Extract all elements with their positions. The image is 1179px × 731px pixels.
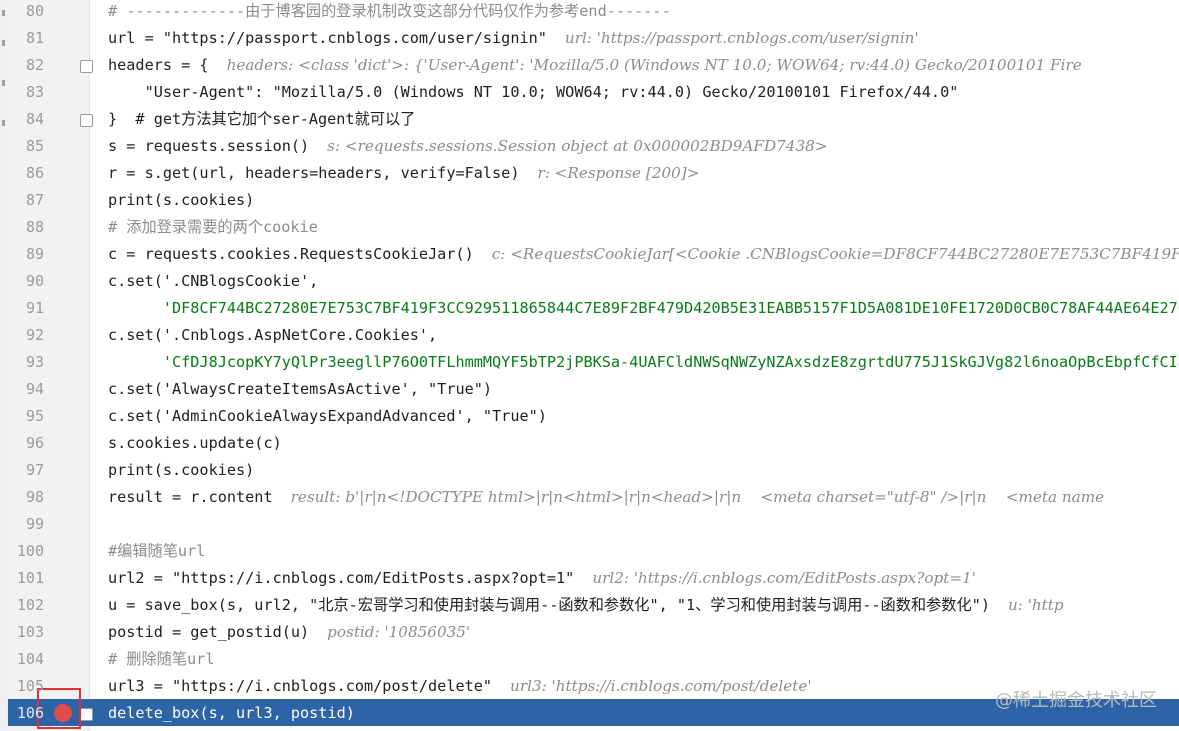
- code-line[interactable]: # 删除随笔url: [90, 646, 1179, 673]
- line-number[interactable]: 87: [8, 187, 44, 214]
- code-text: # 删除随笔url: [108, 650, 215, 668]
- code-line[interactable]: print(s.cookies): [90, 187, 1179, 214]
- code-text: #编辑随笔url: [108, 542, 206, 560]
- code-line[interactable]: "User-Agent": "Mozilla/5.0 (Windows NT 1…: [90, 79, 1179, 106]
- code-text: print(s.cookies): [108, 461, 255, 479]
- line-number[interactable]: 97: [8, 457, 44, 484]
- tool-tab-marker[interactable]: [2, 120, 5, 126]
- line-number[interactable]: 88: [8, 214, 44, 241]
- line-number[interactable]: 95: [8, 403, 44, 430]
- code-line[interactable]: result = r.content result: b'|r|n<!DOCTYP…: [90, 484, 1179, 511]
- tool-tab-marker[interactable]: [2, 40, 5, 46]
- tool-tab-marker[interactable]: [2, 80, 5, 86]
- line-number[interactable]: 104: [8, 646, 44, 673]
- code-line[interactable]: url2 = "https://i.cnblogs.com/EditPosts.…: [90, 565, 1179, 592]
- line-number[interactable]: 85: [8, 133, 44, 160]
- line-number[interactable]: 103: [8, 619, 44, 646]
- line-number[interactable]: 80: [8, 0, 44, 25]
- code-text: print(s.cookies): [108, 191, 255, 209]
- inline-debug-value: u: 'http: [1007, 596, 1064, 614]
- code-text: result = r.content result: b'|r|n<!DOCTYP…: [108, 488, 1105, 506]
- inline-debug-value: postid: '10856035': [327, 623, 471, 641]
- line-number[interactable]: 99: [8, 511, 44, 538]
- fold-marker-icon[interactable]: [80, 708, 93, 721]
- line-number[interactable]: 91: [8, 295, 44, 322]
- fold-marker-icon[interactable]: [80, 60, 93, 73]
- code-line[interactable]: c = requests.cookies.RequestsCookieJar()…: [90, 241, 1179, 268]
- code-line[interactable]: 'DF8CF744BC27280E7E753C7BF419F3CC9295118…: [90, 295, 1179, 322]
- line-number[interactable]: 90: [8, 268, 44, 295]
- code-line[interactable]: print(s.cookies): [90, 457, 1179, 484]
- code-line[interactable]: headers = {headers: <class 'dict'>: {'Us…: [90, 52, 1179, 79]
- code-line[interactable]: c.set('.Cnblogs.AspNetCore.Cookies',: [90, 322, 1179, 349]
- line-number[interactable]: 100: [8, 538, 44, 565]
- inline-debug-value: r: <Response [200]>: [537, 164, 700, 182]
- line-number[interactable]: 94: [8, 376, 44, 403]
- code-line[interactable]: url = "https://passport.cnblogs.com/user…: [90, 25, 1179, 52]
- code-line[interactable]: [90, 511, 1179, 538]
- code-line[interactable]: u = save_box(s, url2, "北京-宏哥学习和使用封装与调用--…: [90, 592, 1179, 619]
- code-text: c.set('.Cnblogs.AspNetCore.Cookies',: [108, 326, 438, 344]
- code-text: # -------------由于博客园的登录机制改变这部分代码仅作为参考end…: [108, 2, 671, 20]
- code-text: headers = {headers: <class 'dict'>: {'Us…: [108, 56, 1082, 74]
- inline-debug-value: url: 'https://passport.cnblogs.com/user/…: [564, 29, 919, 47]
- tool-tab-marker[interactable]: [2, 10, 5, 16]
- code-line[interactable]: # 添加登录需要的两个cookie: [90, 214, 1179, 241]
- code-text: s.cookies.update(c): [108, 434, 282, 452]
- inline-debug-value: url3: 'https://i.cnblogs.com/post/delete…: [510, 677, 812, 695]
- code-line[interactable]: c.set('.CNBlogsCookie',: [90, 268, 1179, 295]
- code-line[interactable]: } # get方法其它加个ser-Agent就可以了: [90, 106, 1179, 133]
- code-line[interactable]: s = requests.session() s: <requests.sessi…: [90, 133, 1179, 160]
- line-number[interactable]: 105: [8, 673, 44, 700]
- code-text: "User-Agent": "Mozilla/5.0 (Windows NT 1…: [108, 83, 959, 101]
- code-text: postid = get_postid(u) postid: '10856035': [108, 623, 471, 641]
- inline-debug-value: url2: 'https://i.cnblogs.com/EditPosts.a…: [592, 569, 976, 587]
- code-text: } # get方法其它加个ser-Agent就可以了: [108, 110, 416, 128]
- code-text: c.set('AdminCookieAlwaysExpandAdvanced',…: [108, 407, 547, 425]
- line-number[interactable]: 96: [8, 430, 44, 457]
- code-line[interactable]: c.set('AdminCookieAlwaysExpandAdvanced',…: [90, 403, 1179, 430]
- code-line[interactable]: #编辑随笔url: [90, 538, 1179, 565]
- line-number[interactable]: 101: [8, 565, 44, 592]
- line-number[interactable]: 86: [8, 160, 44, 187]
- line-number[interactable]: 83: [8, 79, 44, 106]
- code-text: u = save_box(s, url2, "北京-宏哥学习和使用封装与调用--…: [108, 596, 1064, 614]
- code-text: c.set('.CNBlogsCookie',: [108, 272, 319, 290]
- code-text: r = s.get(url, headers=headers, verify=F…: [108, 164, 700, 182]
- code-text: url2 = "https://i.cnblogs.com/EditPosts.…: [108, 569, 976, 587]
- code-editor[interactable]: # -------------由于博客园的登录机制改变这部分代码仅作为参考end…: [90, 0, 1179, 731]
- code-line[interactable]: postid = get_postid(u) postid: '10856035': [90, 619, 1179, 646]
- inline-debug-value: headers: <class 'dict'>: {'User-Agent': …: [226, 56, 1082, 74]
- code-line[interactable]: r = s.get(url, headers=headers, verify=F…: [90, 160, 1179, 187]
- code-text: c = requests.cookies.RequestsCookieJar()…: [108, 241, 1179, 268]
- inline-debug-value: s: <requests.sessions.Session object at …: [327, 137, 828, 155]
- code-line[interactable]: s.cookies.update(c): [90, 430, 1179, 457]
- fold-marker-icon[interactable]: [80, 114, 93, 127]
- code-text: 'DF8CF744BC27280E7E753C7BF419F3CC9295118…: [108, 299, 1179, 317]
- line-number[interactable]: 92: [8, 322, 44, 349]
- line-number[interactable]: 82: [8, 52, 44, 79]
- line-number[interactable]: 102: [8, 592, 44, 619]
- code-line[interactable]: # -------------由于博客园的登录机制改变这部分代码仅作为参考end…: [90, 0, 1179, 25]
- code-text: 'CfDJ8JcopKY7yQlPr3eegllP76O0TFLhmmMQYF5…: [108, 353, 1179, 371]
- code-line[interactable]: 'CfDJ8JcopKY7yQlPr3eegllP76O0TFLhmmMQYF5…: [90, 349, 1179, 376]
- inline-debug-value: result: b'|r|n<!DOCTYPE html>|r|n<html>|…: [290, 488, 1105, 506]
- code-line[interactable]: c.set('AlwaysCreateItemsAsActive', "True…: [90, 376, 1179, 403]
- code-text: url = "https://passport.cnblogs.com/user…: [108, 29, 919, 47]
- line-number[interactable]: 93: [8, 349, 44, 376]
- line-number[interactable]: 89: [8, 241, 44, 268]
- watermark: @稀土掘金技术社区: [995, 690, 1157, 711]
- inline-debug-value: c: <RequestsCookieJar[<Cookie .CNBlogsCo…: [491, 245, 1179, 263]
- code-text: c.set('AlwaysCreateItemsAsActive', "True…: [108, 380, 493, 398]
- line-number[interactable]: 81: [8, 25, 44, 52]
- code-text: # 添加登录需要的两个cookie: [108, 218, 318, 236]
- line-number[interactable]: 106: [8, 700, 44, 727]
- code-text: s = requests.session() s: <requests.sessi…: [108, 137, 828, 155]
- line-number[interactable]: 84: [8, 106, 44, 133]
- line-number[interactable]: 98: [8, 484, 44, 511]
